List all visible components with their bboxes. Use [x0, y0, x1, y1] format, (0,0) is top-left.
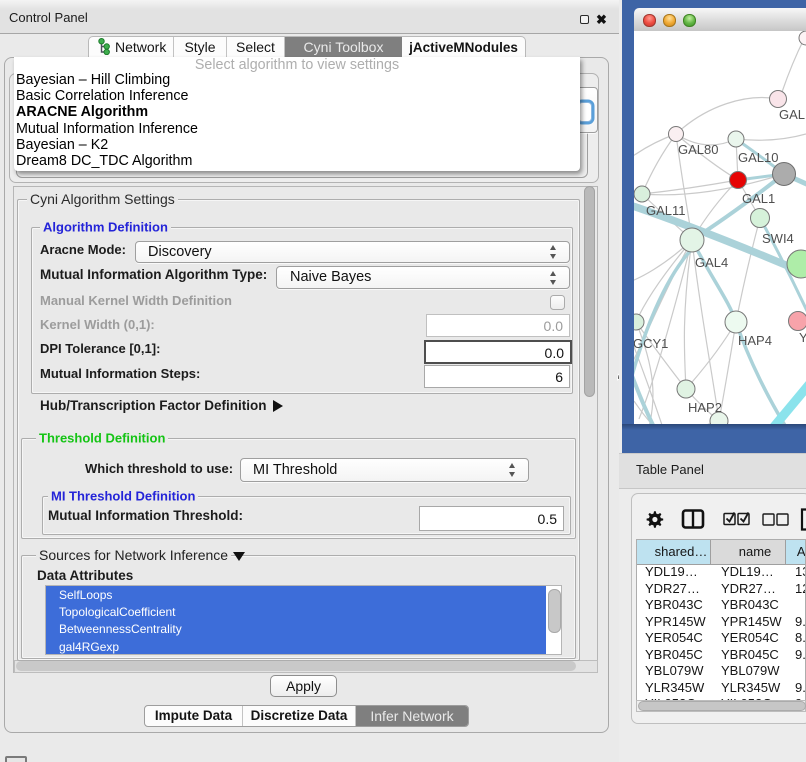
svg-text:SWI4: SWI4 — [762, 231, 794, 246]
svg-text:HAP2: HAP2 — [688, 400, 722, 415]
svg-text:GAL10: GAL10 — [738, 150, 778, 165]
svg-text:GAL: GAL — [779, 107, 805, 122]
svg-text:Y: Y — [799, 330, 806, 345]
svg-text:GAL4: GAL4 — [695, 255, 728, 270]
svg-text:GAL80: GAL80 — [678, 142, 718, 157]
svg-text:GCY1: GCY1 — [634, 336, 668, 351]
svg-text:GAL1: GAL1 — [742, 191, 775, 206]
svg-text:GAL11: GAL11 — [646, 203, 686, 218]
svg-text:HAP4: HAP4 — [738, 333, 772, 348]
